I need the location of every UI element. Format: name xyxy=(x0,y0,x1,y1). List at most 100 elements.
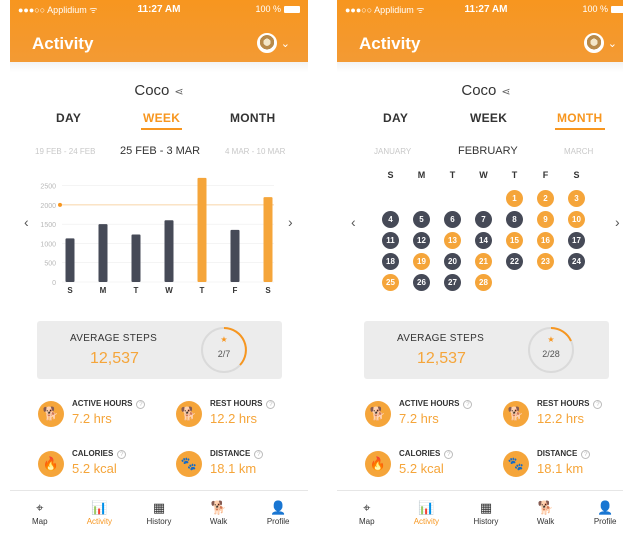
metric-label: ACTIVE HOURS? xyxy=(72,399,146,409)
metric-value: 18.1 km xyxy=(210,461,257,476)
nav-profile[interactable]: 👤 Profile xyxy=(248,491,308,534)
info-icon[interactable]: ? xyxy=(581,450,591,459)
info-icon[interactable]: ? xyxy=(117,450,127,459)
calendar-day[interactable]: 17 xyxy=(568,232,585,249)
calendar-day[interactable]: 11 xyxy=(382,232,399,249)
calendar-day[interactable]: 24 xyxy=(568,253,585,270)
nav-map[interactable]: ⌖ Map xyxy=(10,491,70,534)
y-tick-label: 0 xyxy=(52,280,56,287)
nav-history[interactable]: ▦ History xyxy=(129,491,189,534)
map-pin-icon: ⌖ xyxy=(363,499,371,515)
metric-label: REST HOURS? xyxy=(210,399,276,409)
bar xyxy=(230,229,240,282)
info-icon[interactable]: ? xyxy=(593,400,603,409)
calendar-day[interactable]: 22 xyxy=(506,253,523,270)
next-month[interactable]: MARCH xyxy=(564,147,593,156)
calendar-day[interactable]: 5 xyxy=(413,211,430,228)
app-header: ●●●○○ Applidium ᯤ 11:27 AM 100 % Activit… xyxy=(337,0,623,62)
pet-switcher[interactable]: ⌄ xyxy=(583,33,617,53)
calendar-day[interactable]: 12 xyxy=(413,232,430,249)
calendar-day[interactable]: 23 xyxy=(537,253,554,270)
calendar-grid: 1 2 3 4 5 6 7 8 9 10 11 12 13 14 15 16 17 18 19 20 21 22 23 24 2… xyxy=(375,188,595,293)
calendar-day[interactable]: 14 xyxy=(475,232,492,249)
nav-activity[interactable]: 📊 Activity xyxy=(70,491,130,534)
average-steps-value: 12,537 xyxy=(417,350,466,367)
active-hours-metric: 🐕 ACTIVE HOURS? 7.2 hrs xyxy=(38,399,168,439)
nav-activity[interactable]: 📊 Activity xyxy=(397,491,457,534)
nav-walk[interactable]: 🐕 Walk xyxy=(516,491,576,534)
nav-profile[interactable]: 👤 Profile xyxy=(575,491,623,534)
activity-chart-icon: 📊 xyxy=(418,499,435,515)
x-tick-label: S xyxy=(67,286,73,295)
calendar-day[interactable]: 19 xyxy=(413,253,430,270)
bar xyxy=(65,238,75,282)
active-hours-metric: 🐕 ACTIVE HOURS? 7.2 hrs xyxy=(365,399,495,439)
prev-month[interactable]: JANUARY xyxy=(374,147,411,156)
info-icon[interactable]: ? xyxy=(444,450,454,459)
info-icon[interactable]: ? xyxy=(463,400,473,409)
battery-icon xyxy=(284,5,300,13)
calendar-day[interactable]: 13 xyxy=(444,232,461,249)
tab-month[interactable]: MONTH xyxy=(555,111,604,130)
nav-walk[interactable]: 🐕 Walk xyxy=(189,491,249,534)
calendar-day[interactable]: 4 xyxy=(382,211,399,228)
goal-progress: 2/7 xyxy=(217,349,231,359)
prev-range[interactable]: 19 FEB - 24 FEB xyxy=(35,147,95,156)
calendar-day[interactable]: 7 xyxy=(475,211,492,228)
nav-history[interactable]: ▦ History xyxy=(456,491,516,534)
share-icon[interactable]: ⋖ xyxy=(501,86,510,98)
chevron-left-icon[interactable]: ‹ xyxy=(24,214,29,230)
y-tick-label: 1500 xyxy=(40,222,56,229)
average-steps-card: AVERAGE STEPS 12,537 ★ 2/28 xyxy=(364,321,609,379)
calendar-day[interactable]: 1 xyxy=(506,190,523,207)
calendar-day[interactable]: 20 xyxy=(444,253,461,270)
month-range-row: JANUARY FEBRUARY MARCH xyxy=(337,145,623,161)
chevron-right-icon[interactable]: › xyxy=(288,214,293,230)
calendar-day[interactable]: 28 xyxy=(475,274,492,291)
metric-value: 12.2 hrs xyxy=(537,411,584,426)
metric-label: DISTANCE? xyxy=(537,449,591,459)
calendar-day[interactable]: 16 xyxy=(537,232,554,249)
calendar-day[interactable]: 21 xyxy=(475,253,492,270)
info-icon[interactable]: ? xyxy=(266,400,276,409)
x-tick-label: T xyxy=(200,286,205,295)
paw-path-icon: 🐾 xyxy=(176,451,202,477)
calendar-day[interactable]: 8 xyxy=(506,211,523,228)
tab-week[interactable]: WEEK xyxy=(470,111,507,125)
bar xyxy=(164,220,174,282)
weekday-label: W xyxy=(479,170,488,180)
next-range[interactable]: 4 MAR - 10 MAR xyxy=(225,147,285,156)
info-icon[interactable]: ? xyxy=(254,450,264,459)
calendar-day[interactable]: 27 xyxy=(444,274,461,291)
week-screen: ●●●○○ Applidium ᯤ 11:27 AM 100 % Activit… xyxy=(10,0,308,534)
pet-name-row: Coco ⋖ xyxy=(10,82,308,99)
info-icon[interactable]: ? xyxy=(136,400,146,409)
current-month: FEBRUARY xyxy=(458,145,518,157)
pet-switcher[interactable]: ⌄ xyxy=(256,33,290,53)
calendar-day[interactable]: 25 xyxy=(382,274,399,291)
page-title: Activity xyxy=(359,34,421,53)
resting-dog-icon: 🐕 xyxy=(503,401,529,427)
running-dog-icon: 🐕 xyxy=(365,401,391,427)
tab-day[interactable]: DAY xyxy=(383,111,408,125)
calendar-day[interactable]: 15 xyxy=(506,232,523,249)
tab-week[interactable]: WEEK xyxy=(140,111,183,130)
y-tick-label: 2500 xyxy=(40,184,56,191)
nav-map[interactable]: ⌖ Map xyxy=(337,491,397,534)
calendar-day[interactable]: 6 xyxy=(444,211,461,228)
rest-hours-metric: 🐕 REST HOURS? 12.2 hrs xyxy=(503,399,623,439)
chevron-right-icon[interactable]: › xyxy=(615,214,620,230)
calendar-day[interactable]: 26 xyxy=(413,274,430,291)
calendar-day[interactable]: 2 xyxy=(537,190,554,207)
x-tick-label: T xyxy=(134,286,139,295)
calendar-day[interactable]: 9 xyxy=(537,211,554,228)
flame-icon: 🔥 xyxy=(38,451,64,477)
chevron-left-icon[interactable]: ‹ xyxy=(351,214,356,230)
calendar-day[interactable]: 18 xyxy=(382,253,399,270)
tab-day[interactable]: DAY xyxy=(56,111,81,125)
calendar-day[interactable]: 10 xyxy=(568,211,585,228)
share-icon[interactable]: ⋖ xyxy=(174,86,183,98)
calendar-day[interactable]: 3 xyxy=(568,190,585,207)
tab-month[interactable]: MONTH xyxy=(230,111,276,125)
current-range: 25 FEB - 3 MAR xyxy=(120,145,201,157)
